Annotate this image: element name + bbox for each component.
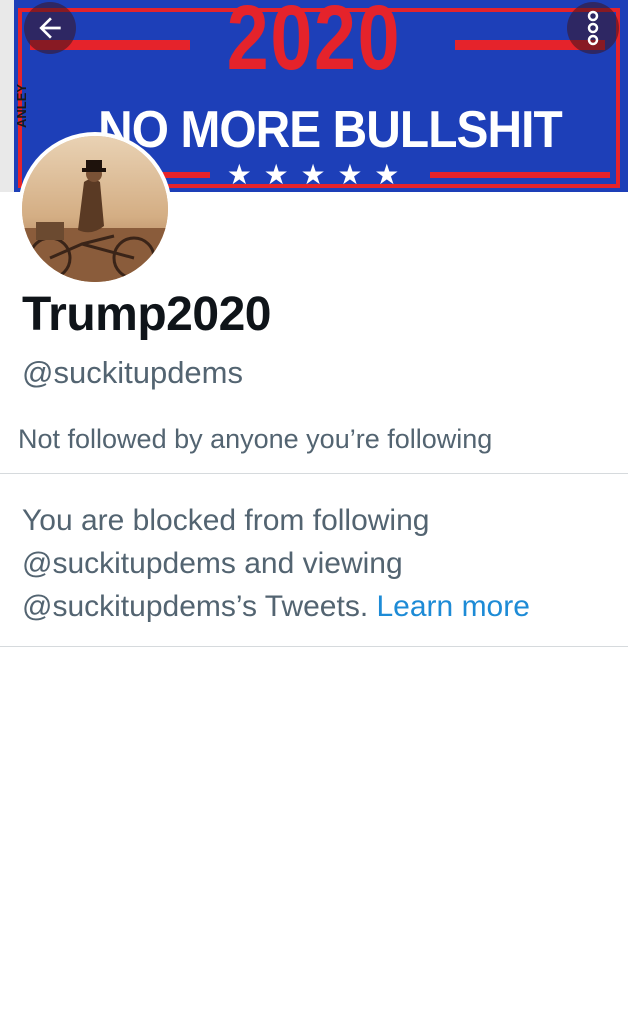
- blocked-message-text: You are blocked from following @suckitup…: [22, 504, 430, 623]
- profile-display-name: Trump2020: [22, 288, 271, 341]
- section-divider: [0, 473, 628, 474]
- profile-handle: @suckitupdems: [22, 355, 243, 390]
- blocked-notice: You are blocked from following @suckitup…: [22, 499, 612, 628]
- learn-more-link[interactable]: Learn more: [377, 590, 530, 623]
- arrow-left-icon: [39, 17, 61, 39]
- section-divider: [0, 646, 628, 647]
- more-vertical-icon: [587, 10, 599, 46]
- avatar[interactable]: [22, 136, 168, 282]
- banner-brand-text: ANLEY: [14, 83, 29, 128]
- avatar-photo: [22, 136, 168, 282]
- followers-you-know-note: Not followed by anyone you’re following: [18, 424, 493, 454]
- banner-year-text: 2020: [226, 0, 402, 89]
- more-options-button[interactable]: [567, 2, 619, 54]
- back-button[interactable]: [24, 2, 76, 54]
